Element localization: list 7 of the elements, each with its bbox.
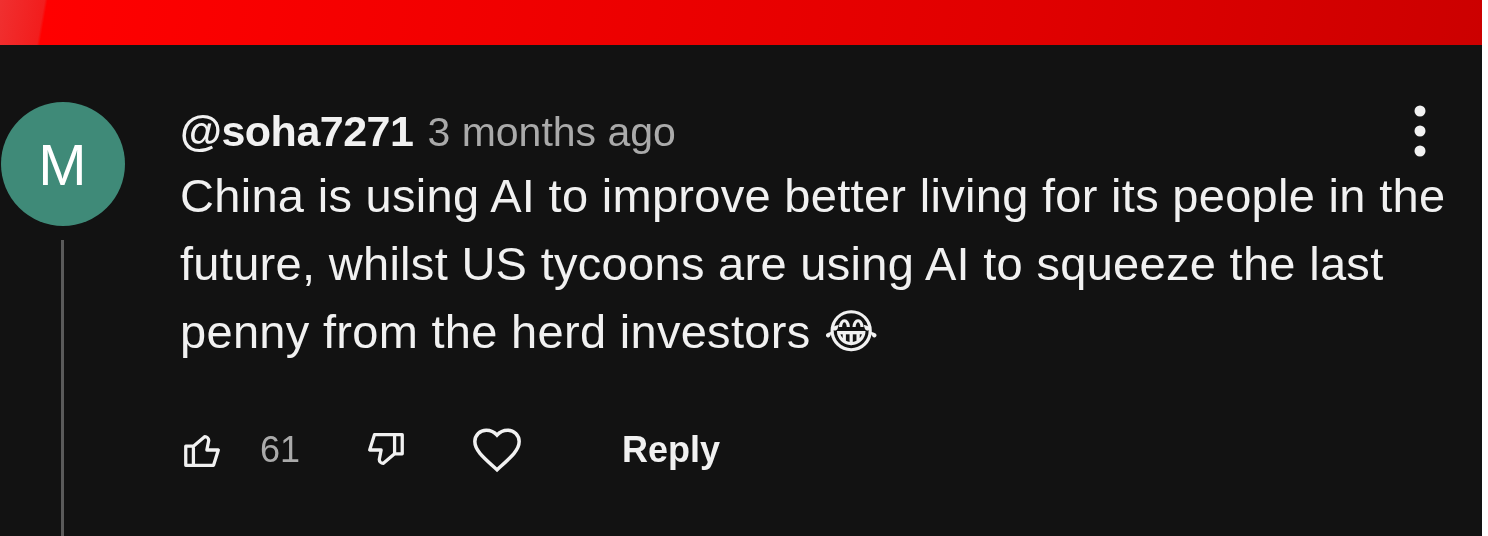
- comment-time[interactable]: 3 months ago: [427, 109, 676, 156]
- comment-text: China is using AI to improve better living for its people in the future, whilst US tycoons are using AI to squeeze the last penny from the herd investors 😂: [180, 168, 1447, 360]
- more-options-icon[interactable]: [1412, 105, 1428, 157]
- avatar[interactable]: M: [0, 102, 125, 226]
- author-name[interactable]: @soha7271: [180, 107, 414, 156]
- like-count: 61: [260, 429, 301, 471]
- reply-button[interactable]: Reply: [622, 423, 721, 477]
